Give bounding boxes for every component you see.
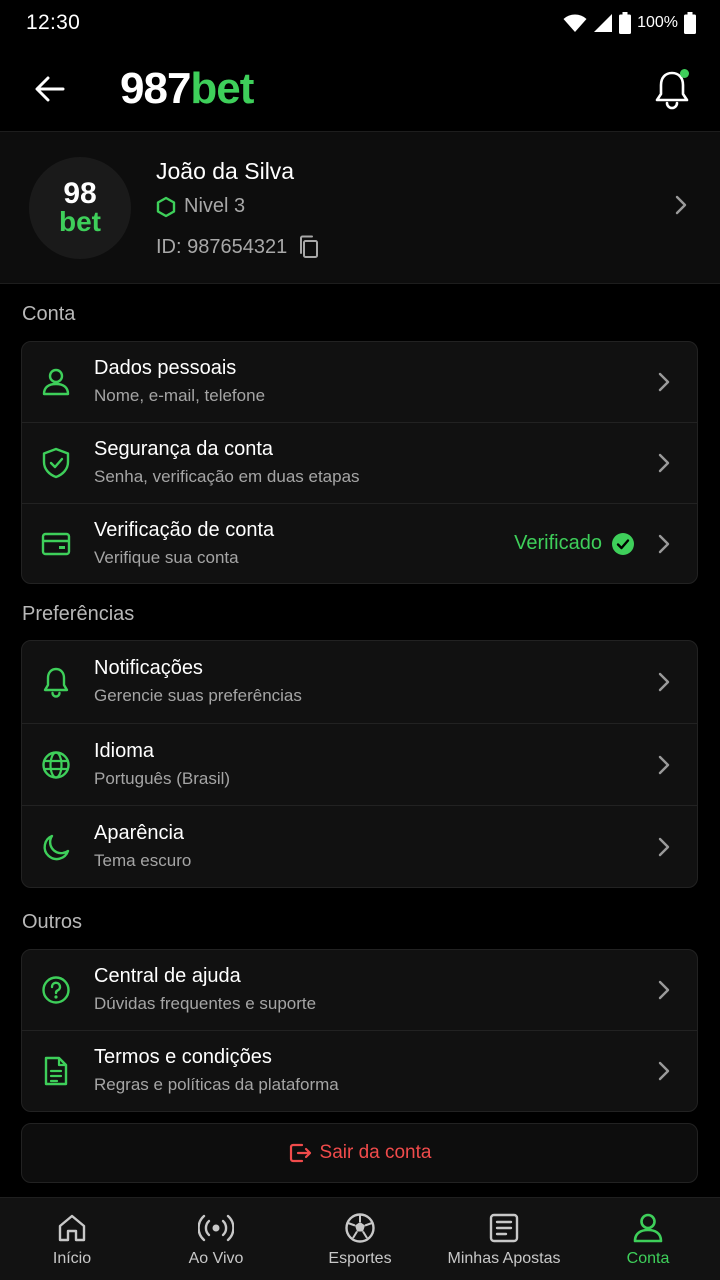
- menu-item-aparencia[interactable]: Aparência Tema escuro: [22, 805, 697, 887]
- user-icon: [40, 366, 72, 398]
- chevron-right-icon: [658, 837, 670, 856]
- profile-level-text: Nivel 3: [184, 195, 246, 217]
- menu-item-title: Segurança da conta: [94, 438, 274, 460]
- profile-name: João da Silva: [156, 158, 295, 184]
- bottom-nav: Início Ao Vivo Esportes Minhas Apostas C…: [0, 1197, 720, 1280]
- avatar-text-top: 98: [63, 177, 97, 210]
- card-conta: Dados pessoais Nome, e-mail, telefone Se…: [21, 341, 698, 584]
- globe-icon: [40, 749, 72, 781]
- section-label-conta: Conta: [22, 303, 76, 325]
- nav-label: Minhas Apostas: [447, 1250, 561, 1267]
- menu-item-subtitle: Nome, e-mail, telefone: [94, 386, 266, 405]
- menu-item-idioma[interactable]: Idioma Português (Brasil): [22, 723, 697, 805]
- signal-icon: [594, 14, 613, 32]
- menu-item-dados-pessoais[interactable]: Dados pessoais Nome, e-mail, telefone: [22, 342, 697, 422]
- profile-id: ID: 987654321: [156, 235, 319, 259]
- verified-status: Verificado: [514, 532, 635, 556]
- nav-item-esportes[interactable]: Esportes: [288, 1198, 432, 1280]
- nav-item-inicio[interactable]: Início: [0, 1198, 144, 1280]
- chevron-right-icon: [658, 755, 670, 774]
- chevron-right-icon: [658, 1061, 670, 1081]
- document-icon: [40, 1055, 72, 1087]
- app-header: 987bet: [0, 46, 720, 132]
- back-button[interactable]: [30, 71, 70, 107]
- profile-id-text: ID: 987654321: [156, 235, 288, 258]
- menu-item-title: Aparência: [94, 822, 185, 844]
- chevron-right-icon: [658, 534, 670, 553]
- menu-item-subtitle: Gerencie suas preferências: [94, 686, 302, 705]
- notification-badge: [680, 69, 689, 78]
- menu-item-subtitle: Português (Brasil): [94, 769, 231, 788]
- card-outros: Central de ajuda Dúvidas frequentes e su…: [21, 949, 698, 1112]
- nav-item-minhas-apostas[interactable]: Minhas Apostas: [432, 1198, 576, 1280]
- nav-label: Esportes: [328, 1250, 392, 1267]
- nav-label: Ao Vivo: [188, 1250, 244, 1267]
- live-broadcast-icon: [198, 1214, 234, 1242]
- bell-icon: [40, 666, 72, 698]
- menu-item-termos[interactable]: Termos e condições Regras e políticas da…: [22, 1030, 697, 1111]
- chevron-right-icon: [658, 980, 670, 1000]
- menu-item-subtitle: Dúvidas frequentes e suporte: [94, 994, 317, 1013]
- menu-item-central-ajuda[interactable]: Central de ajuda Dúvidas frequentes e su…: [22, 950, 697, 1030]
- help-circle-icon: [40, 974, 72, 1006]
- menu-item-subtitle: Verifique sua conta: [94, 548, 239, 567]
- shield-icon: [40, 447, 72, 479]
- profile-level: Nivel 3: [156, 195, 245, 218]
- chevron-right-icon: [658, 453, 670, 473]
- menu-item-title: Verificação de conta: [94, 519, 275, 541]
- menu-item-subtitle: Senha, verificação em duas etapas: [94, 467, 360, 486]
- avatar-text-bottom: bet: [59, 206, 101, 237]
- chevron-right-icon: [675, 195, 687, 215]
- wifi-icon: [563, 14, 587, 32]
- profile-card[interactable]: 98 bet João da Silva Nivel 3 ID: 9876543…: [0, 132, 720, 284]
- logout-icon: [289, 1143, 311, 1163]
- logout-button[interactable]: Sair da conta: [21, 1123, 698, 1183]
- chevron-right-icon: [658, 672, 670, 692]
- menu-item-subtitle: Regras e políticas da plataforma: [94, 1075, 339, 1094]
- chevron-right-icon: [658, 372, 670, 392]
- status-time: 12:30: [26, 11, 81, 34]
- menu-item-subtitle: Tema escuro: [94, 851, 192, 870]
- brand-logo: 987bet: [120, 64, 254, 114]
- arrow-left-icon: [35, 76, 65, 102]
- logo-text-green: bet: [190, 64, 254, 113]
- notifications-button[interactable]: [652, 68, 692, 110]
- status-icons: 100%: [563, 12, 696, 34]
- menu-item-title: Central de ajuda: [94, 965, 241, 987]
- id-card-icon: [40, 528, 72, 560]
- menu-item-title: Notificações: [94, 657, 203, 679]
- verified-status-text: Verificado: [514, 532, 602, 554]
- user-icon: [633, 1213, 663, 1243]
- avatar: 98 bet: [29, 157, 131, 259]
- section-label-outros: Outros: [22, 911, 83, 933]
- logo-text-white: 987: [120, 64, 191, 113]
- battery-icon: [684, 12, 696, 34]
- battery-percent: 100%: [637, 14, 678, 31]
- nav-item-conta[interactable]: Conta: [576, 1198, 720, 1280]
- nav-label: Conta: [626, 1250, 670, 1267]
- menu-item-notificacoes[interactable]: Notificações Gerencie suas preferências: [22, 641, 697, 723]
- menu-item-verificacao[interactable]: Verificação de conta Verifique sua conta…: [22, 503, 697, 583]
- copy-icon[interactable]: [297, 235, 319, 259]
- status-bar: 12:30 100%: [0, 0, 720, 46]
- section-label-preferencias: Preferências: [22, 603, 135, 625]
- nav-label: Início: [52, 1250, 92, 1267]
- logout-label: Sair da conta: [319, 1142, 432, 1163]
- menu-item-title: Dados pessoais: [94, 357, 237, 379]
- home-icon: [58, 1214, 86, 1242]
- menu-item-title: Termos e condições: [94, 1046, 272, 1068]
- moon-icon: [40, 831, 72, 863]
- menu-item-seguranca[interactable]: Segurança da conta Senha, verificação em…: [22, 422, 697, 503]
- card-preferencias: Notificações Gerencie suas preferências …: [21, 640, 698, 888]
- battery-icon: [619, 12, 632, 34]
- check-circle-icon: [612, 532, 634, 555]
- hexagon-icon: [156, 196, 176, 217]
- bet-slip-icon: [489, 1213, 519, 1243]
- nav-item-ao-vivo[interactable]: Ao Vivo: [144, 1198, 288, 1280]
- menu-item-title: Idioma: [94, 740, 155, 762]
- soccer-ball-icon: [345, 1213, 375, 1243]
